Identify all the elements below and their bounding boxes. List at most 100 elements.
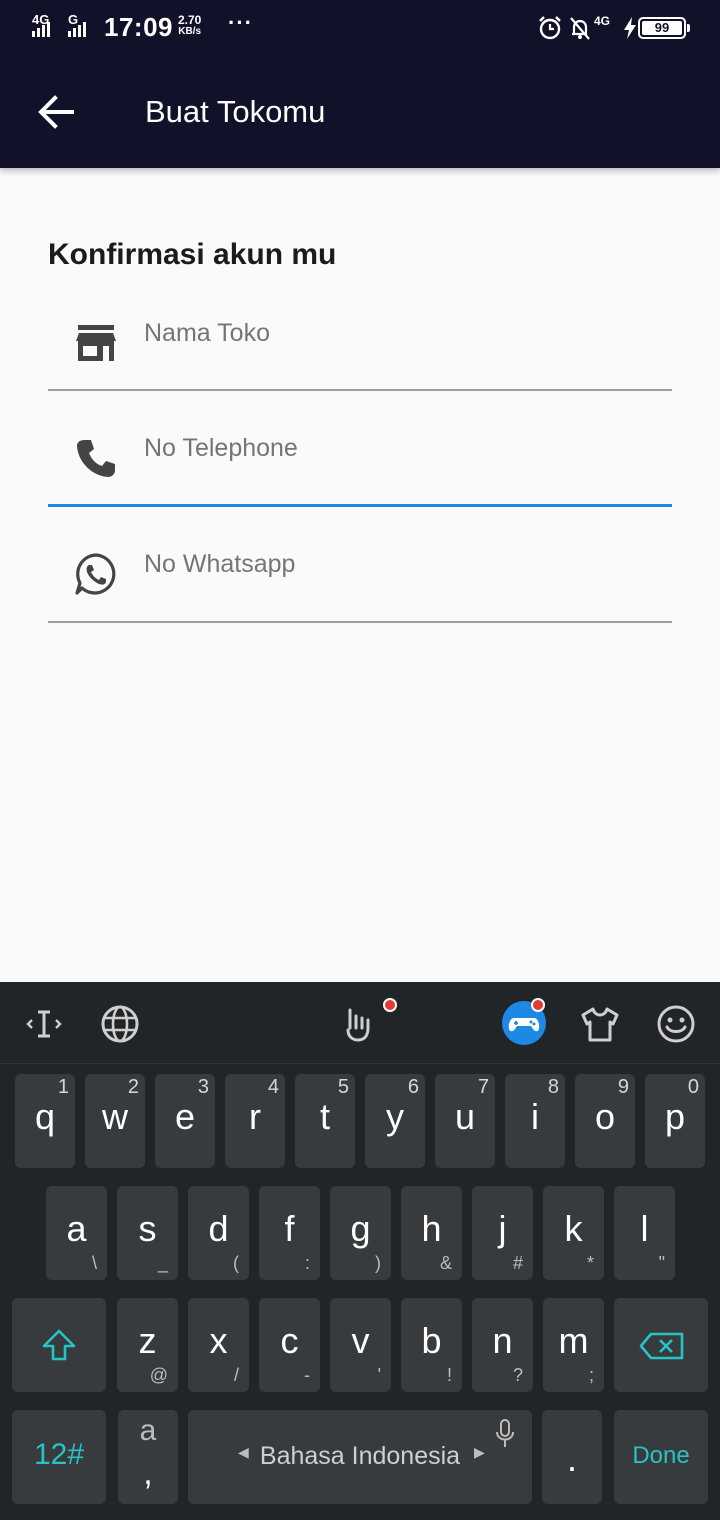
store-icon: [76, 325, 116, 361]
key-m[interactable]: m;: [543, 1298, 604, 1392]
network-type-3: 4G: [594, 14, 611, 28]
comma-key[interactable]: a ,: [118, 1410, 178, 1504]
key-symbol-hint: @: [149, 1365, 168, 1385]
key-w[interactable]: w2: [85, 1074, 145, 1168]
symbols-key[interactable]: 12#: [12, 1410, 106, 1504]
whatsapp-field[interactable]: [48, 507, 672, 623]
key-y[interactable]: y6: [365, 1074, 425, 1168]
key-t[interactable]: t5: [295, 1074, 355, 1168]
key-symbol-hint: :: [304, 1253, 310, 1273]
key-symbol-hint: (: [233, 1253, 239, 1273]
key-label: o: [594, 1096, 616, 1137]
key-label: w: [102, 1096, 128, 1137]
game-notification-dot: [531, 998, 545, 1012]
space-key[interactable]: ◀ Bahasa Indonesia ▶: [188, 1410, 532, 1504]
key-number-hint: 2: [127, 1076, 139, 1098]
key-symbol-hint: /: [233, 1365, 239, 1385]
app-bar: Buat Tokomu: [0, 56, 720, 168]
key-v[interactable]: v ': [330, 1298, 391, 1392]
tshirt-icon[interactable]: [578, 1002, 622, 1046]
alarm-icon: [539, 16, 561, 40]
whatsapp-input[interactable]: [144, 550, 644, 579]
key-u[interactable]: u7: [435, 1074, 495, 1168]
section-title: Konfirmasi akun mu: [48, 238, 337, 271]
clock: 17:09: [104, 12, 173, 42]
key-number-hint: 8: [547, 1076, 559, 1098]
battery-icon: 99: [638, 17, 690, 39]
key-symbol-hint: *: [586, 1253, 594, 1273]
network-speed-value: 2.70: [178, 13, 202, 27]
period-key[interactable]: .: [542, 1410, 602, 1504]
network-speed: 2.70 KB/s: [178, 14, 201, 38]
text-cursor-icon[interactable]: [22, 1002, 66, 1046]
key-h[interactable]: h &: [401, 1186, 462, 1280]
done-key[interactable]: Done: [614, 1410, 708, 1504]
microphone-icon[interactable]: [494, 1418, 516, 1450]
symbols-key-label: 12#: [33, 1438, 85, 1471]
store-name-field[interactable]: [48, 275, 672, 391]
key-label: e: [174, 1096, 196, 1137]
more-notifications-icon: ···: [228, 10, 253, 35]
phone-field[interactable]: [48, 391, 672, 507]
key-label: a: [66, 1208, 87, 1249]
key-b[interactable]: b!: [401, 1298, 462, 1392]
key-symbol-hint: #: [512, 1253, 523, 1273]
key-label: h: [421, 1208, 442, 1249]
shift-icon: [42, 1329, 76, 1361]
shift-key[interactable]: [12, 1298, 106, 1392]
key-g[interactable]: g): [330, 1186, 391, 1280]
key-label: k: [564, 1208, 583, 1249]
key-n[interactable]: n?: [472, 1298, 533, 1392]
whatsapp-underline: [48, 621, 672, 623]
key-label: y: [386, 1096, 404, 1137]
key-o[interactable]: o9: [575, 1074, 635, 1168]
key-j[interactable]: j #: [472, 1186, 533, 1280]
key-x[interactable]: x /: [188, 1298, 249, 1392]
key-p[interactable]: p0: [645, 1074, 705, 1168]
key-symbol-hint: ?: [512, 1365, 523, 1385]
gesture-notification-dot: [383, 998, 397, 1012]
key-e[interactable]: e3: [155, 1074, 215, 1168]
key-k[interactable]: k *: [543, 1186, 604, 1280]
signal-strength-icon-2: [68, 22, 86, 37]
back-button[interactable]: [28, 84, 84, 140]
key-q[interactable]: q1: [15, 1074, 75, 1168]
key-number-hint: 3: [197, 1076, 209, 1098]
key-l[interactable]: l ": [614, 1186, 675, 1280]
key-symbol-hint: _: [157, 1253, 168, 1273]
globe-icon[interactable]: [98, 1002, 142, 1046]
key-symbol-hint: ): [375, 1253, 381, 1273]
gesture-hand-icon[interactable]: [338, 1002, 382, 1046]
phone-icon: [77, 440, 115, 477]
store-name-input[interactable]: [144, 319, 644, 348]
key-z[interactable]: z @: [117, 1298, 178, 1392]
phone-input[interactable]: [144, 434, 644, 463]
backspace-key[interactable]: [614, 1298, 708, 1392]
key-s[interactable]: s _: [117, 1186, 178, 1280]
smiley-icon[interactable]: [654, 1002, 698, 1046]
backspace-icon: [639, 1332, 684, 1360]
key-r[interactable]: r4: [225, 1074, 285, 1168]
keyboard-toolbar: [0, 982, 720, 1064]
key-c[interactable]: c-: [259, 1298, 320, 1392]
done-key-label: Done: [632, 1442, 690, 1469]
key-number-hint: 0: [687, 1076, 699, 1098]
key-d[interactable]: d(: [188, 1186, 249, 1280]
key-label: q: [34, 1096, 56, 1137]
soft-keyboard: q1w2e3r4t5y6u7i8o9p0 a \ s _ d(f: g) h & j # k * l " …: [0, 982, 720, 1520]
key-label: g: [350, 1208, 371, 1249]
key-number-hint: 7: [477, 1076, 489, 1098]
key-symbol-hint: ': [377, 1365, 381, 1385]
key-i[interactable]: i8: [505, 1074, 565, 1168]
key-a[interactable]: a \: [46, 1186, 107, 1280]
key-f[interactable]: f:: [259, 1186, 320, 1280]
key-number-hint: 1: [57, 1076, 69, 1098]
key-label: s: [138, 1208, 157, 1249]
key-label: f: [284, 1208, 295, 1249]
key-label: j: [498, 1208, 507, 1249]
key-symbol-hint: ": [658, 1253, 665, 1273]
arrow-back-icon: [38, 95, 74, 129]
key-label: c: [280, 1320, 299, 1361]
page-title: Buat Tokomu: [145, 94, 326, 129]
whatsapp-icon: [75, 553, 116, 595]
